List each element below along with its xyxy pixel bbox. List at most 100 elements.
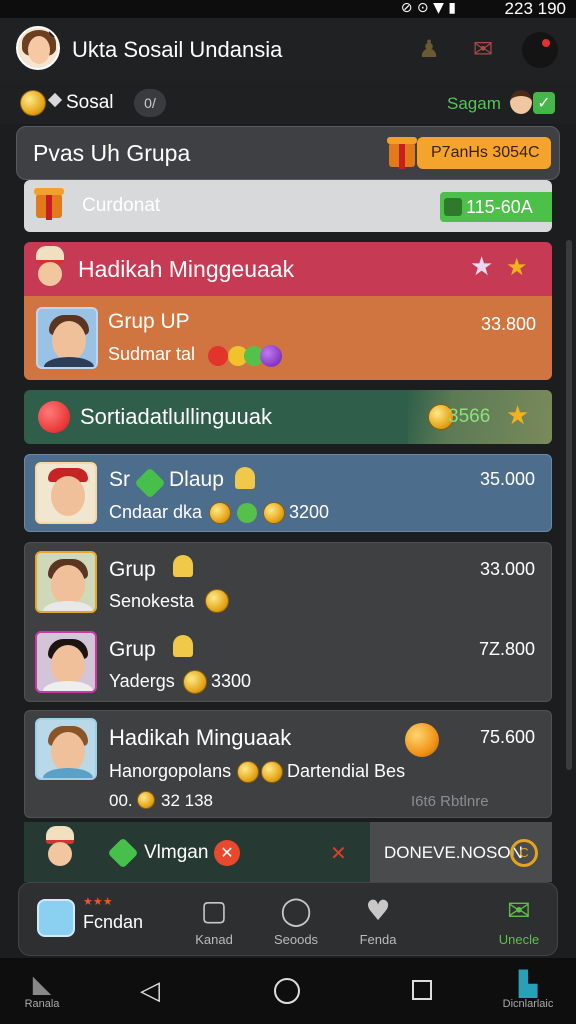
avatar-face bbox=[28, 36, 50, 64]
coin-icon bbox=[183, 670, 207, 694]
group-badge[interactable]: P7anHs 3054C bbox=[417, 137, 551, 169]
nav-item-unecle[interactable]: ✉ Unecle bbox=[489, 883, 549, 957]
weekly-header-label: Hadikah Minggeuaak bbox=[78, 256, 295, 282]
profile-avatar[interactable] bbox=[16, 26, 60, 70]
row-amount: 33.000 bbox=[479, 559, 535, 579]
red-gem-icon bbox=[208, 346, 228, 366]
group-row-orange[interactable]: Grup UP Sudmar tal 33.800 bbox=[24, 296, 552, 380]
shortcut-label: Dicnlarlaic bbox=[502, 998, 554, 1010]
weekly-subtitle: Hanorgopolans bbox=[109, 761, 232, 781]
mail-icon: ✉ bbox=[507, 894, 531, 927]
member-avatar bbox=[35, 718, 97, 780]
chef-icon bbox=[42, 826, 78, 876]
notification-bell-icon[interactable] bbox=[522, 32, 558, 68]
red-dot-icon bbox=[38, 401, 70, 433]
weekly-card[interactable]: Hadikah Minguaak Hanorgopolans Dartendia… bbox=[24, 710, 552, 818]
member-avatar bbox=[36, 307, 98, 369]
chef-head bbox=[38, 262, 62, 286]
app-shortcut-icon: ▙ bbox=[518, 970, 538, 998]
row-amount: 7Z.800 bbox=[478, 639, 535, 659]
app-bar: Ukta Sosail Undansia ♟ ✉ bbox=[0, 18, 576, 82]
gift-icon bbox=[34, 188, 64, 220]
avatar-face bbox=[51, 645, 85, 685]
inbox-icon[interactable]: ✉ bbox=[466, 32, 500, 66]
group-row-blue[interactable]: Sr Dlaup Cndaar dka 3200 35.000 bbox=[24, 454, 552, 532]
big-coin-icon bbox=[405, 723, 439, 757]
avatar-face bbox=[51, 732, 85, 772]
nav-label: Fenda bbox=[359, 932, 397, 947]
nav-item-kanad[interactable]: ▢ Kanad bbox=[187, 883, 241, 957]
nav-item-seoods[interactable]: ◯ Seoods bbox=[267, 883, 325, 957]
dismiss-icon[interactable]: ✕ bbox=[330, 841, 347, 865]
row-name[interactable]: Grup bbox=[109, 638, 156, 662]
diamond-icon bbox=[47, 92, 63, 108]
app-title: Ukta Sosail Undansia bbox=[72, 37, 283, 62]
back-icon[interactable]: ◁ bbox=[140, 976, 160, 1006]
counter-pill[interactable]: 0/ bbox=[134, 89, 166, 117]
member-avatar bbox=[35, 462, 97, 524]
shortcut-label: Ranala bbox=[24, 998, 60, 1010]
row-subtitle: Sudmar tal bbox=[108, 344, 196, 364]
nav-home[interactable]: ★★★ Fcndan bbox=[31, 883, 181, 957]
weekly-header[interactable]: Hadikah Minggeuaak ★ ★ bbox=[24, 242, 552, 296]
gift-card[interactable]: Curdonat 115-60A bbox=[24, 180, 552, 232]
group-title: Pvas Uh Grupa bbox=[33, 140, 191, 166]
circle-icon: ◯ bbox=[280, 894, 312, 927]
avatar-face bbox=[51, 476, 85, 516]
reward-strip[interactable]: Vlmgan ✕ ✕ DONEVE.NOSON C bbox=[24, 822, 552, 882]
currency-row: Sosal 0/ Sagam ✓ bbox=[0, 82, 576, 124]
coin-icon bbox=[20, 90, 46, 116]
avatar-shirt bbox=[44, 357, 94, 367]
avatar-face bbox=[52, 321, 86, 361]
green-gem-icon bbox=[134, 467, 166, 499]
currency-label: Sosal bbox=[66, 92, 114, 113]
scrollbar[interactable] bbox=[566, 240, 572, 770]
row-name: Sr bbox=[109, 468, 130, 491]
member-avatar[interactable] bbox=[35, 631, 97, 693]
group-list-card: Grup Senokesta 33.000 Grup Yadergs 3300 … bbox=[24, 542, 552, 702]
coin-icon bbox=[209, 502, 231, 524]
close-icon[interactable]: ✕ bbox=[214, 840, 240, 866]
rating-stars-icon: ★★★ bbox=[83, 895, 113, 908]
bell-icon bbox=[235, 467, 255, 489]
promo-label: Sortiadatlullinguuak bbox=[80, 404, 273, 429]
member-avatar[interactable] bbox=[35, 551, 97, 613]
home-button[interactable] bbox=[274, 978, 300, 1004]
check-icon[interactable]: ✓ bbox=[533, 92, 555, 114]
card-icon: ▢ bbox=[200, 894, 228, 927]
left-app-shortcut[interactable]: ◣ Ranala bbox=[22, 970, 62, 1016]
person-icon[interactable]: ♟ bbox=[412, 32, 446, 66]
recents-button[interactable] bbox=[412, 980, 432, 1000]
status-bar: ⊘ ⊙ ▼ ▮ 223 190 bbox=[0, 0, 576, 18]
reward-right-label[interactable]: DONEVE.NOSON bbox=[384, 843, 523, 863]
home-icon bbox=[37, 899, 75, 937]
avatar-shirt bbox=[43, 601, 93, 611]
weekly-subtitle-2: Dartendial Bes bbox=[287, 761, 406, 781]
row-name[interactable]: Grup bbox=[109, 558, 156, 582]
gift-card-label: Curdonat bbox=[82, 195, 161, 216]
promo-banner[interactable]: Sortiadatlullinguuak 3566 ★ bbox=[24, 390, 552, 444]
coin-icon bbox=[137, 791, 155, 809]
star-icon: ★ bbox=[470, 252, 494, 282]
gift-icon bbox=[387, 137, 417, 169]
row-subtitle: Yadergs bbox=[109, 671, 175, 691]
sagam-link[interactable]: Sagam bbox=[447, 94, 501, 114]
row-subtitle: Cndaar dka bbox=[109, 502, 203, 522]
heart-icon: ♥ bbox=[365, 894, 391, 927]
purple-orb-icon bbox=[260, 345, 282, 367]
coin-icon bbox=[205, 589, 229, 613]
group-header-card[interactable]: Pvas Uh Grupa P7anHs 3054C bbox=[16, 126, 560, 180]
right-app-shortcut[interactable]: ▙ Dicnlarlaic bbox=[500, 970, 556, 1016]
chef-head bbox=[48, 842, 72, 866]
weekly-faint-text: I6t6 Rbtlnre bbox=[411, 793, 489, 810]
nav-label: Unecle bbox=[498, 932, 540, 947]
bell-icon bbox=[173, 555, 193, 577]
coin-icon bbox=[237, 761, 259, 783]
bell-icon bbox=[173, 635, 193, 657]
mini-avatar bbox=[510, 90, 532, 114]
gift-card-tag[interactable]: 115-60A bbox=[440, 192, 552, 222]
row-name-secondary: Dlaup bbox=[169, 468, 224, 491]
nav-home-label: Fcndan bbox=[83, 912, 144, 932]
row-subtitle: Senokesta bbox=[109, 591, 195, 611]
nav-item-fenda[interactable]: ♥ Fenda bbox=[351, 883, 405, 957]
